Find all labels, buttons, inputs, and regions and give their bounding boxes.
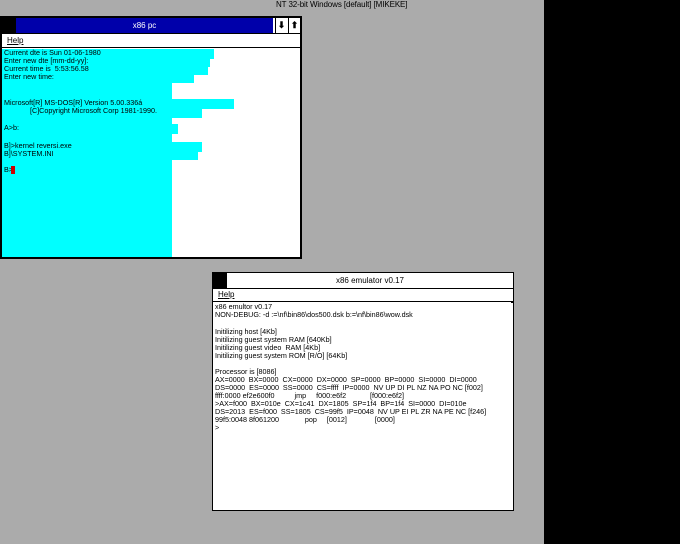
emu-prompt: > — [215, 423, 220, 432]
desktop: NT 32-bit Windows [default] [MIKEKE] x86… — [0, 0, 544, 544]
pc-line: [C]Copyright Microsoft Corp 1981-1990. — [4, 106, 157, 115]
system-menu-icon[interactable] — [2, 18, 16, 33]
highlight-segment — [172, 150, 198, 160]
maximize-icon[interactable]: ⬆ — [288, 18, 300, 33]
highlight-segment — [172, 73, 194, 83]
emu-line: 99f5:0048 8f061200 pop [0012] [0000] — [215, 415, 395, 424]
emu-window-title: x86 emulator v0.17 — [335, 276, 405, 285]
pc-menubar: Help — [2, 35, 300, 48]
desktop-title: NT 32-bit Windows [default] [MIKEKE] — [276, 0, 408, 9]
pc-line: B]\SYSTEM.INI — [4, 149, 54, 158]
x86-emulator-window[interactable]: x86 emulator v0.17 Help x86 emultor v0.1… — [212, 272, 514, 511]
x86-pc-window[interactable]: x86 pc ⬇ ⬆ Help Current dte is Sun 01-06… — [0, 16, 302, 259]
pc-line: A>b: — [4, 123, 19, 132]
menu-help[interactable]: Help — [7, 36, 23, 45]
highlight-segment — [172, 124, 178, 134]
pc-titlebar[interactable]: x86 pc ⬇ ⬆ — [2, 18, 300, 34]
emu-line: NON-DEBUG: -d :=\nf\bin86\dos500.dsk b:=… — [215, 310, 413, 319]
system-menu-icon[interactable] — [213, 273, 227, 289]
emu-menubar: Help — [213, 289, 513, 302]
highlight-segment — [172, 108, 202, 118]
text-cursor — [11, 166, 15, 174]
minimize-icon[interactable]: ⬇ — [275, 18, 287, 33]
emu-titlebar[interactable]: x86 emulator v0.17 — [213, 273, 513, 289]
pc-window-title: x86 pc — [132, 21, 157, 30]
pc-line: Enter new time: — [4, 72, 54, 81]
pc-screen[interactable]: Current dte is Sun 01-06-1980 Enter new … — [2, 49, 300, 257]
menu-help[interactable]: Help — [218, 290, 234, 299]
emu-console[interactable]: x86 emultor v0.17 NON-DEBUG: -d :=\nf\bi… — [213, 303, 513, 510]
emu-line: Initilizing guest system ROM [R/O] [64Kb… — [215, 351, 348, 360]
